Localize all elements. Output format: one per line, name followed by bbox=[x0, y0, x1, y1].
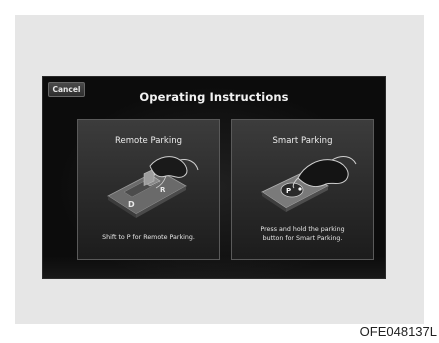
smart-parking-description: Press and hold the parking button for Sm… bbox=[260, 226, 345, 242]
figure-code: OFE048137L bbox=[359, 324, 437, 339]
svg-text:D: D bbox=[128, 200, 135, 209]
remote-parking-title: Remote Parking bbox=[114, 136, 182, 146]
smart-parking-card[interactable]: Smart Parking P Press and hold the parki… bbox=[231, 119, 374, 260]
page-title: Operating Instructions bbox=[139, 90, 289, 104]
display-screen: Cancel Operating Instructions Remote Par… bbox=[42, 76, 386, 279]
gear-shifter-icon: D P R bbox=[107, 156, 199, 218]
svg-text:R: R bbox=[160, 186, 166, 194]
svg-text:P: P bbox=[286, 187, 291, 195]
remote-parking-card[interactable]: Remote Parking D P R Shift to P for Remo… bbox=[77, 119, 220, 260]
screen-floor-glow bbox=[43, 256, 385, 278]
smart-parking-title: Smart Parking bbox=[272, 136, 333, 146]
parking-button-icon: P bbox=[261, 156, 357, 212]
remote-parking-description: Shift to P for Remote Parking. bbox=[102, 234, 195, 241]
